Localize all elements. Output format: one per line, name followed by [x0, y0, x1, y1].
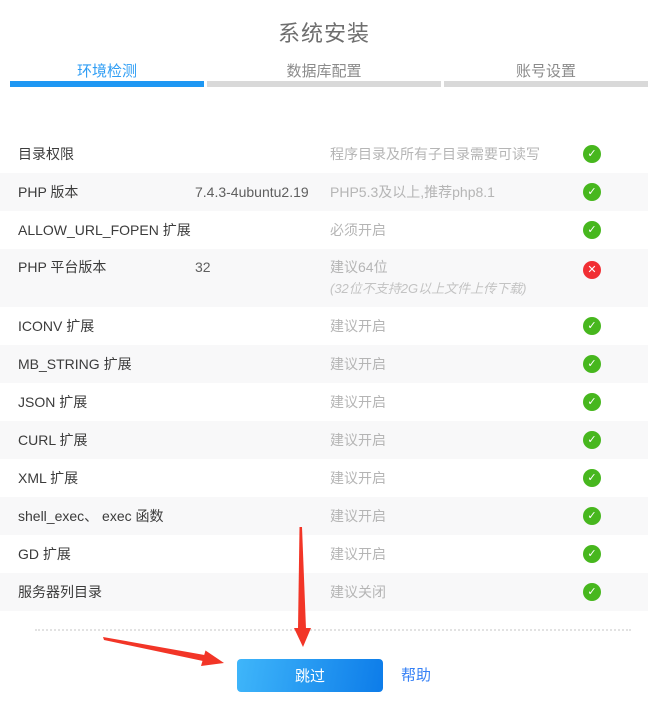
check-label: PHP 版本 — [18, 182, 195, 202]
check-label: ALLOW_URL_FOPEN 扩展 — [18, 220, 195, 240]
check-description: 建议开启 — [330, 316, 583, 336]
tab-label: 账号设置 — [444, 60, 648, 81]
table-row: 服务器列目录 建议关闭 ✓ — [0, 573, 648, 611]
check-label: 目录权限 — [18, 144, 195, 164]
check-circle-icon: ✓ — [583, 145, 601, 163]
table-row: 目录权限 程序目录及所有子目录需要可读写 ✓ — [0, 135, 648, 173]
check-description-text: 建议64位 — [330, 257, 583, 277]
tab-progress-bar — [444, 81, 648, 87]
tab-progress-bar — [207, 81, 441, 87]
check-label: shell_exec、 exec 函数 — [18, 506, 195, 526]
tab-database-config[interactable]: 数据库配置 — [207, 60, 441, 98]
page-title: 系统安装 — [0, 16, 648, 48]
step-tabs: 环境检测 数据库配置 账号设置 — [10, 60, 648, 98]
dotted-divider — [35, 629, 631, 631]
install-page: 系统安装 环境检测 数据库配置 账号设置 目录权限 程序目录及所有子目录需要可读… — [0, 0, 648, 708]
check-label: 服务器列目录 — [18, 582, 195, 602]
check-value: 7.4.3-4ubuntu2.19 — [195, 184, 330, 200]
check-label: ICONV 扩展 — [18, 316, 195, 336]
tab-label: 环境检测 — [10, 60, 204, 81]
table-row: PHP 平台版本 32 建议64位 (32位不支持2G以上文件上传下载) ✕ — [0, 249, 648, 307]
tab-label: 数据库配置 — [207, 60, 441, 81]
tab-environment-check[interactable]: 环境检测 — [10, 60, 204, 98]
skip-button[interactable]: 跳过 — [237, 659, 383, 692]
check-description: PHP5.3及以上,推荐php8.1 — [330, 182, 583, 202]
check-circle-icon: ✓ — [583, 221, 601, 239]
check-circle-icon: ✓ — [583, 469, 601, 487]
help-link[interactable]: 帮助 — [401, 659, 431, 692]
check-label: XML 扩展 — [18, 468, 195, 488]
check-description: 建议开启 — [330, 392, 583, 412]
check-circle-icon: ✓ — [583, 317, 601, 335]
check-circle-icon: ✓ — [583, 355, 601, 373]
table-row: shell_exec、 exec 函数 建议开启 ✓ — [0, 497, 648, 535]
table-row: JSON 扩展 建议开启 ✓ — [0, 383, 648, 421]
check-description: 必须开启 — [330, 220, 583, 240]
check-description: 建议关闭 — [330, 582, 583, 602]
annotation-arrow-diagonal-icon — [103, 637, 224, 666]
check-label: GD 扩展 — [18, 544, 195, 564]
table-row: GD 扩展 建议开启 ✓ — [0, 535, 648, 573]
check-label: JSON 扩展 — [18, 392, 195, 412]
check-circle-icon: ✓ — [583, 583, 601, 601]
table-row: ICONV 扩展 建议开启 ✓ — [0, 307, 648, 345]
check-description-note: (32位不支持2G以上文件上传下载) — [330, 279, 583, 299]
x-circle-icon: ✕ — [583, 261, 601, 279]
check-description: 建议开启 — [330, 506, 583, 526]
check-circle-icon: ✓ — [583, 393, 601, 411]
check-label: CURL 扩展 — [18, 430, 195, 450]
table-row: CURL 扩展 建议开启 ✓ — [0, 421, 648, 459]
tab-progress-bar-active — [10, 81, 204, 87]
check-label: MB_STRING 扩展 — [18, 354, 195, 374]
check-description: 建议开启 — [330, 430, 583, 450]
check-circle-icon: ✓ — [583, 431, 601, 449]
table-row: ALLOW_URL_FOPEN 扩展 必须开启 ✓ — [0, 211, 648, 249]
table-row: XML 扩展 建议开启 ✓ — [0, 459, 648, 497]
table-row: PHP 版本 7.4.3-4ubuntu2.19 PHP5.3及以上,推荐php… — [0, 173, 648, 211]
check-description: 建议开启 — [330, 354, 583, 374]
check-description: 程序目录及所有子目录需要可读写 — [330, 144, 583, 164]
check-value: 32 — [195, 257, 330, 277]
table-row: MB_STRING 扩展 建议开启 ✓ — [0, 345, 648, 383]
check-circle-icon: ✓ — [583, 545, 601, 563]
check-description: 建议开启 — [330, 544, 583, 564]
check-circle-icon: ✓ — [583, 183, 601, 201]
check-description: 建议开启 — [330, 468, 583, 488]
check-description: 建议64位 (32位不支持2G以上文件上传下载) — [330, 257, 583, 299]
environment-check-table: 目录权限 程序目录及所有子目录需要可读写 ✓ PHP 版本 7.4.3-4ubu… — [0, 135, 648, 611]
check-circle-icon: ✓ — [583, 507, 601, 525]
check-label: PHP 平台版本 — [18, 257, 195, 277]
tab-account-settings[interactable]: 账号设置 — [444, 60, 648, 98]
